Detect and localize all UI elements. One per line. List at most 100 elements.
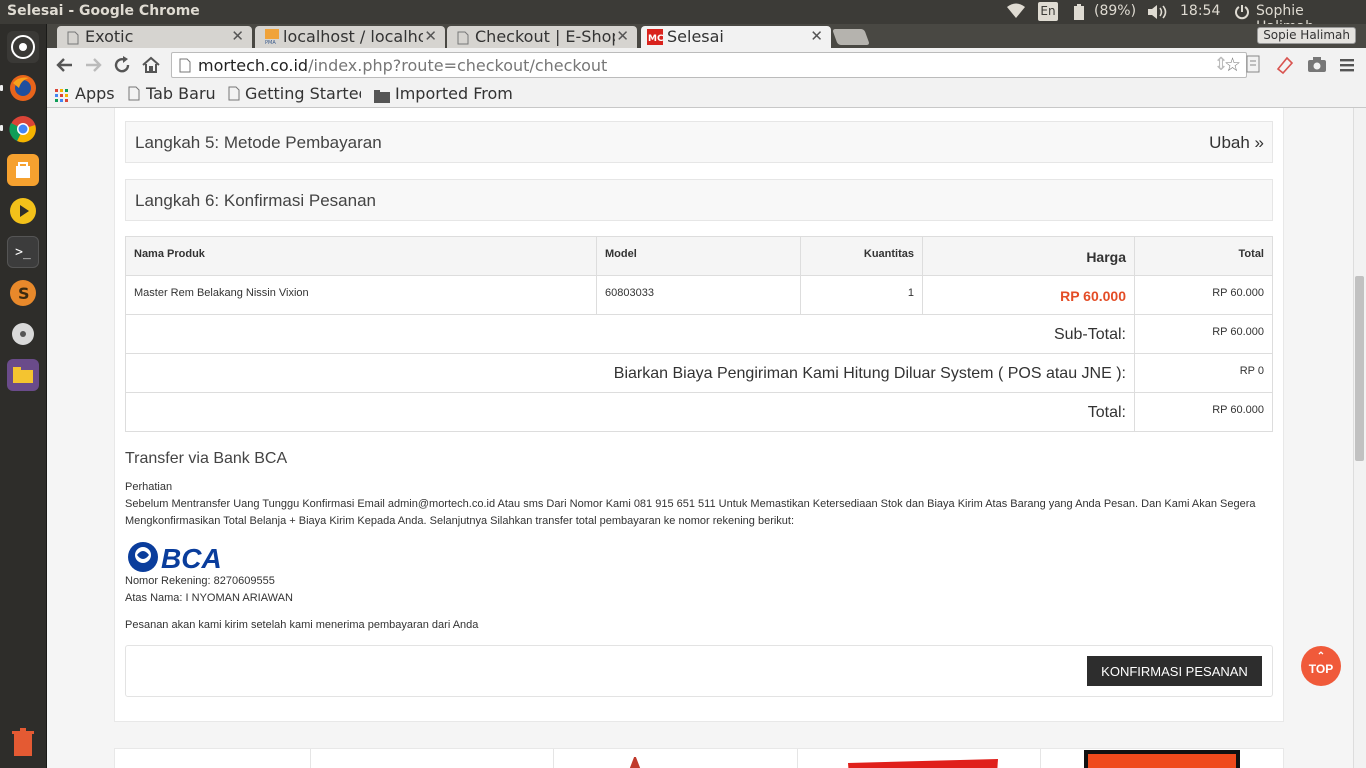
tab-title: localhost / localho [283,27,423,46]
url-domain: mortech.co.id [198,56,309,75]
bca-logo-text: BCA [161,543,222,573]
chevron-up-icon: ⌃ [1316,651,1326,662]
terminal-icon[interactable]: >_ [7,236,39,268]
power-icon[interactable] [1234,4,1250,20]
chrome-icon[interactable] [7,113,39,145]
keyboard-indicator[interactable]: En [1038,2,1058,21]
product-model: 60803033 [596,275,801,315]
files-icon[interactable] [7,359,39,391]
window-title: Selesai - Google Chrome [7,3,200,19]
brand-logo[interactable] [1084,750,1240,768]
bookmark-getting-started[interactable]: Getting Started [245,84,361,103]
tab-localhost[interactable]: PMA localhost / localho ✕ [255,26,445,48]
confirm-panel: KONFIRMASI PESANAN [125,645,1273,697]
forward-icon[interactable] [83,55,103,75]
tab-close-icon[interactable]: ✕ [424,27,437,45]
brand-logo[interactable] [848,759,998,768]
profile-button[interactable]: Sopie Halimah [1257,27,1356,44]
confirm-order-button[interactable]: KONFIRMASI PESANAN [1087,656,1262,686]
back-to-top-button[interactable]: ⌃ TOP [1301,646,1341,686]
bca-logo: BCA [127,541,225,574]
svg-text:S: S [18,284,30,303]
browser-toolbar: mortech.co.id/index.php?route=checkout/c… [47,48,1366,82]
grand-total-label: Total: [125,392,1135,432]
bookmark-apps[interactable]: Apps [75,84,115,103]
menu-icon[interactable] [1337,55,1357,75]
home-icon[interactable] [141,55,161,75]
step-6-panel: Langkah 6: Konfirmasi Pesanan [125,179,1273,221]
battery-icon[interactable] [1074,4,1084,20]
new-tab-button[interactable] [832,29,870,45]
page-icon [228,86,240,105]
tab-selesai[interactable]: MC Selesai ✕ [641,26,831,48]
svg-text:PMA: PMA [265,40,276,45]
media-player-icon[interactable] [7,195,39,227]
col-header-product: Nama Produk [125,236,597,276]
attention-label: Perhatian [125,481,173,493]
product-price: RP 60.000 [922,275,1135,315]
tab-exotic[interactable]: Exotic ✕ [57,26,252,48]
tab-close-icon[interactable]: ✕ [810,27,823,45]
back-icon[interactable] [55,55,75,75]
bookmarks-bar: Apps Tab Baru Getting Started Imported F… [47,82,1366,108]
payment-instructions: Sebelum Mentransfer Uang Tunggu Konfirma… [125,498,1256,527]
account-number: Nomor Rekening: 8270609555 [125,575,275,587]
top-label: TOP [1308,662,1334,676]
subtotal-row: Sub-Total: RP 60.000 [125,314,1273,354]
battery-percent: (89%) [1094,3,1137,19]
camera-icon[interactable] [1307,55,1327,75]
os-top-panel: Selesai - Google Chrome En (89%) 18:54 S… [0,0,1366,35]
extension-arrows-icon[interactable]: ⇕ [1211,55,1231,75]
col-header-quantity: Kuantitas [800,236,923,276]
address-bar[interactable]: mortech.co.id/index.php?route=checkout/c… [171,52,1247,78]
step-5-title: Langkah 5: Metode Pembayaran [135,133,382,152]
grand-total-value: RP 60.000 [1134,392,1273,432]
product-total: RP 60.000 [1134,275,1273,315]
col-header-model: Model [596,236,801,276]
page-viewport: Langkah 5: Metode Pembayaran Ubah » Lang… [47,108,1366,768]
clock[interactable]: 18:54 [1180,3,1220,19]
page-icon [128,86,140,105]
volume-icon[interactable] [1148,4,1170,20]
table-row: Master Rem Belakang Nissin Vixion 608030… [125,275,1273,315]
account-name: Atas Nama: I NYOMAN ARIAWAN [125,592,293,604]
product-quantity: 1 [800,275,923,315]
grand-total-row: Total: RP 60.000 [125,392,1273,432]
tab-close-icon[interactable]: ✕ [231,27,244,45]
url-path: /index.php?route=checkout/checkout [308,56,608,75]
tab-title: Checkout | E-Shop [475,27,615,46]
dash-icon[interactable] [7,31,39,63]
tab-strip: Exotic ✕ PMA localhost / localho ✕ Check… [47,24,1366,48]
svg-text:MC: MC [648,34,663,44]
trash-icon[interactable] [7,726,39,758]
firefox-icon[interactable] [7,72,39,104]
scrollbar-thumb[interactable] [1355,276,1364,461]
wifi-icon[interactable] [1006,3,1026,19]
reload-icon[interactable] [112,55,132,75]
step-5-panel[interactable]: Langkah 5: Metode Pembayaran Ubah » [125,121,1273,163]
bookmark-tab-baru[interactable]: Tab Baru [146,84,216,103]
product-name[interactable]: Master Rem Belakang Nissin Vixion [125,275,597,315]
eraser-icon[interactable] [1275,55,1295,75]
bookmark-imported-from[interactable]: Imported From [395,84,513,103]
tab-checkout[interactable]: Checkout | E-Shop ✕ [447,26,637,48]
brand-strip [114,748,1284,768]
disc-icon[interactable] [7,318,39,350]
page-icon [67,30,79,45]
table-header-row: Nama Produk Model Kuantitas Harga Total [125,236,1273,276]
software-center-icon[interactable] [7,154,39,186]
apps-grid-icon[interactable] [55,88,69,107]
subtotal-value: RP 60.000 [1134,314,1273,354]
page-info-icon[interactable] [179,58,191,77]
tab-close-icon[interactable]: ✕ [616,27,629,45]
sublime-icon[interactable]: S [7,277,39,309]
checkout-card: Langkah 5: Metode Pembayaran Ubah » Lang… [114,108,1284,722]
launcher: >_ S [0,24,47,768]
edit-payment-link[interactable]: Ubah » [1209,133,1264,153]
tab-title: Exotic [85,27,134,46]
subtotal-label: Sub-Total: [125,314,1135,354]
col-header-total: Total [1134,236,1273,276]
brand-logo[interactable] [620,754,650,768]
shipping-label: Biarkan Biaya Pengiriman Kami Hitung Dil… [125,353,1135,393]
extension-page-icon[interactable] [1243,55,1263,75]
